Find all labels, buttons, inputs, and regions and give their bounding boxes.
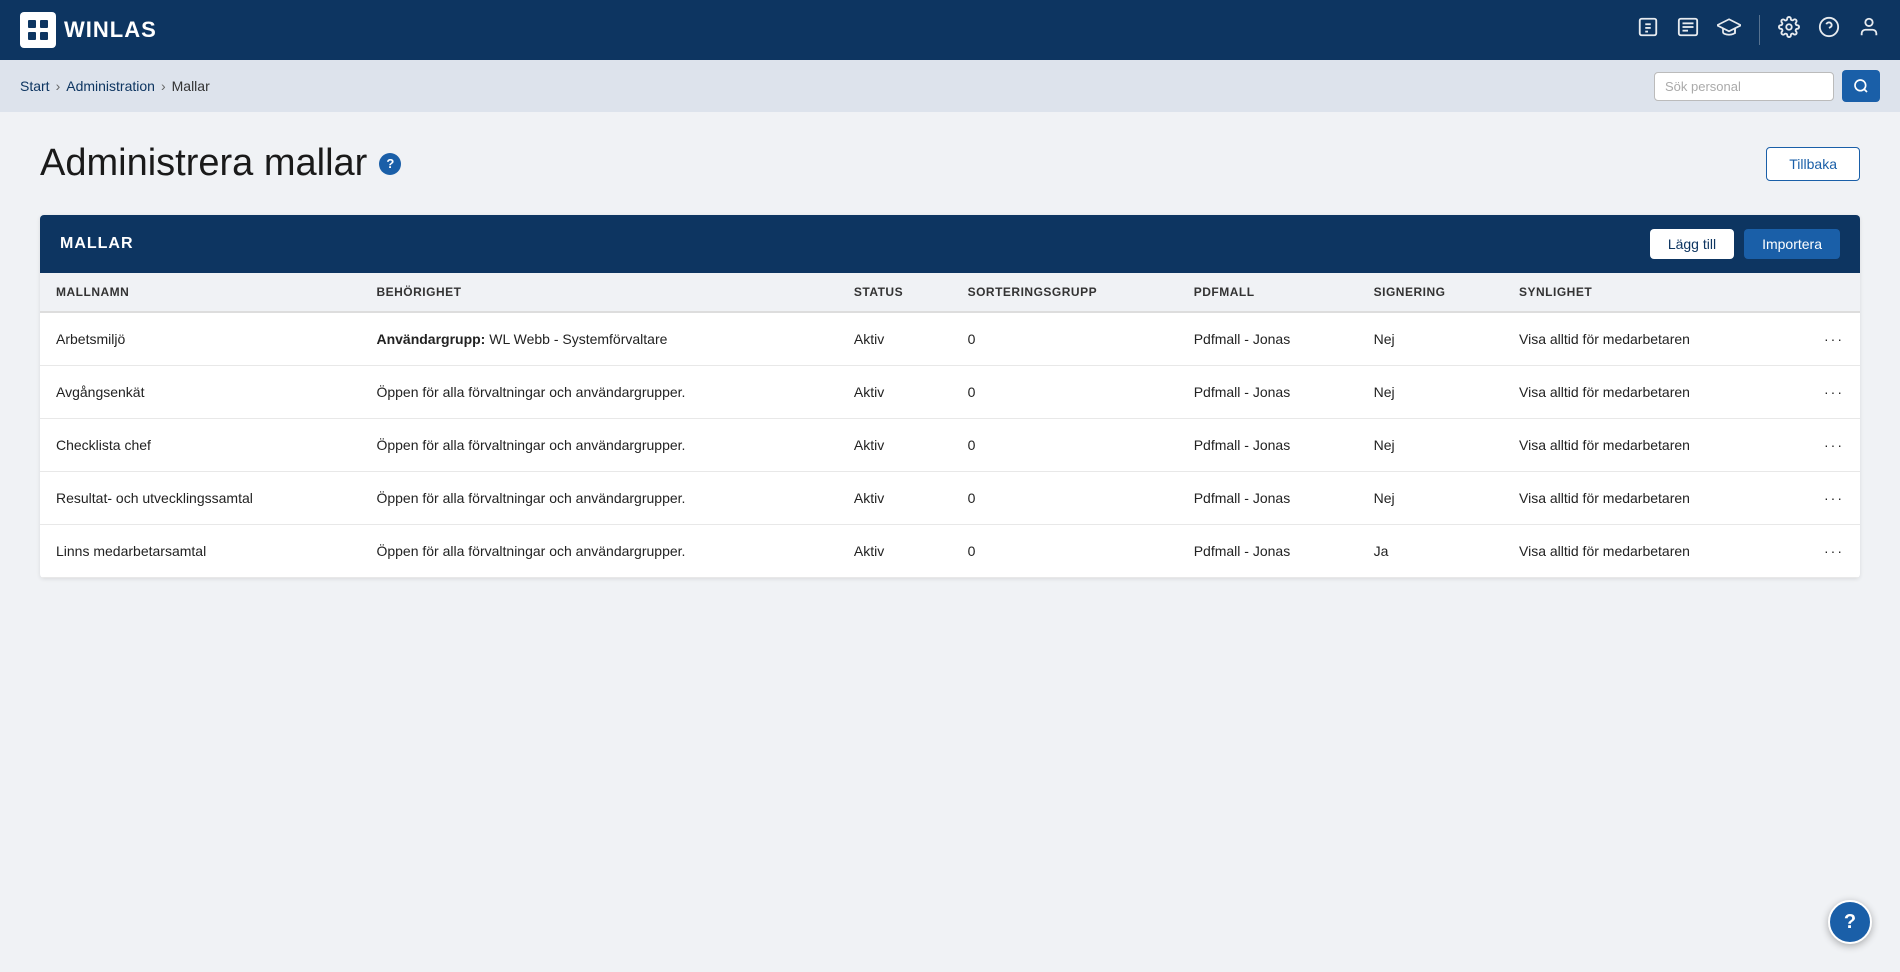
row-actions-menu[interactable]: ···: [1787, 472, 1860, 525]
cell-pdfmall: Pdfmall - Jonas: [1178, 472, 1358, 525]
table-row: Resultat- och utvecklingssamtal Öppen fö…: [40, 472, 1860, 525]
logo-icon: [20, 12, 56, 48]
topnav-right-icons: [1637, 15, 1880, 45]
table-title: MALLAR: [60, 235, 134, 253]
cell-behorighet: Öppen för alla förvaltningar och använda…: [360, 419, 837, 472]
cell-behorighet: Öppen för alla förvaltningar och använda…: [360, 472, 837, 525]
breadcrumb-search-area: [1654, 70, 1880, 102]
breadcrumb-sep-2: ›: [161, 78, 166, 94]
row-actions-menu[interactable]: ···: [1787, 312, 1860, 366]
page-title: Administrera mallar: [40, 142, 367, 185]
cell-synlighet: Visa alltid för medarbetaren: [1503, 525, 1787, 578]
page-header: Administrera mallar ? Tillbaka: [40, 142, 1860, 185]
cell-status: Aktiv: [838, 312, 952, 366]
table-header-row: MALLNAMN BEHÖRIGHET STATUS SORTERINGSGRU…: [40, 273, 1860, 312]
col-signering: SIGNERING: [1358, 273, 1503, 312]
add-button[interactable]: Lägg till: [1650, 229, 1734, 259]
search-button[interactable]: [1842, 70, 1880, 102]
settings-icon[interactable]: [1778, 16, 1800, 44]
cell-sortering: 0: [952, 525, 1178, 578]
cell-behorighet: Öppen för alla förvaltningar och använda…: [360, 525, 837, 578]
col-actions: [1787, 273, 1860, 312]
cell-signering: Nej: [1358, 312, 1503, 366]
cell-mallnamn: Checklista chef: [40, 419, 360, 472]
breadcrumb-current: Mallar: [172, 78, 210, 94]
app-logo[interactable]: WinLas: [20, 12, 157, 48]
cell-signering: Ja: [1358, 525, 1503, 578]
cell-signering: Nej: [1358, 366, 1503, 419]
table-row: Avgångsenkät Öppen för alla förvaltninga…: [40, 366, 1860, 419]
cell-sortering: 0: [952, 419, 1178, 472]
cell-mallnamn: Avgångsenkät: [40, 366, 360, 419]
page-title-wrap: Administrera mallar ?: [40, 142, 401, 185]
cell-signering: Nej: [1358, 419, 1503, 472]
col-mallnamn: MALLNAMN: [40, 273, 360, 312]
cell-status: Aktiv: [838, 419, 952, 472]
import-button[interactable]: Importera: [1744, 229, 1840, 259]
nav-divider: [1759, 15, 1760, 45]
row-actions-menu[interactable]: ···: [1787, 525, 1860, 578]
col-pdfmall: PDFMALL: [1178, 273, 1358, 312]
cell-synlighet: Visa alltid för medarbetaren: [1503, 419, 1787, 472]
cell-synlighet: Visa alltid för medarbetaren: [1503, 472, 1787, 525]
cell-pdfmall: Pdfmall - Jonas: [1178, 366, 1358, 419]
cell-signering: Nej: [1358, 472, 1503, 525]
back-button[interactable]: Tillbaka: [1766, 147, 1860, 181]
floating-help-button[interactable]: ?: [1828, 900, 1872, 944]
row-actions-menu[interactable]: ···: [1787, 419, 1860, 472]
table-card-header: MALLAR Lägg till Importera: [40, 215, 1860, 273]
breadcrumb-start[interactable]: Start: [20, 78, 50, 94]
logo-text: WinLas: [64, 17, 157, 43]
cell-status: Aktiv: [838, 366, 952, 419]
help-icon[interactable]: [1818, 16, 1840, 44]
cell-behorighet: Öppen för alla förvaltningar och använda…: [360, 366, 837, 419]
table-row: Checklista chef Öppen för alla förvaltni…: [40, 419, 1860, 472]
cell-mallnamn: Arbetsmiljö: [40, 312, 360, 366]
breadcrumb: Start › Administration › Mallar: [20, 78, 210, 94]
col-status: STATUS: [838, 273, 952, 312]
col-synlighet: SYNLIGHET: [1503, 273, 1787, 312]
cell-sortering: 0: [952, 312, 1178, 366]
breadcrumb-sep-1: ›: [56, 78, 61, 94]
row-actions-menu[interactable]: ···: [1787, 366, 1860, 419]
cell-pdfmall: Pdfmall - Jonas: [1178, 525, 1358, 578]
cell-sortering: 0: [952, 472, 1178, 525]
cell-sortering: 0: [952, 366, 1178, 419]
cell-mallnamn: Linns medarbetarsamtal: [40, 525, 360, 578]
cell-mallnamn: Resultat- och utvecklingssamtal: [40, 472, 360, 525]
col-behorighet: BEHÖRIGHET: [360, 273, 837, 312]
cell-synlighet: Visa alltid för medarbetaren: [1503, 312, 1787, 366]
mallar-table: MALLNAMN BEHÖRIGHET STATUS SORTERINGSGRU…: [40, 273, 1860, 578]
cell-synlighet: Visa alltid för medarbetaren: [1503, 366, 1787, 419]
col-sortering: SORTERINGSGRUPP: [952, 273, 1178, 312]
top-navigation: WinLas: [0, 0, 1900, 60]
user-icon[interactable]: [1858, 16, 1880, 44]
newspaper-icon[interactable]: [1677, 16, 1699, 44]
breadcrumb-bar: Start › Administration › Mallar: [0, 60, 1900, 112]
mallar-table-card: MALLAR Lägg till Importera MALLNAMN BEHÖ…: [40, 215, 1860, 578]
cell-status: Aktiv: [838, 472, 952, 525]
cell-behorighet: Användargrupp: WL Webb - Systemförvaltar…: [360, 312, 837, 366]
title-help-icon[interactable]: ?: [379, 153, 401, 175]
info-icon[interactable]: [1637, 16, 1659, 44]
search-input[interactable]: [1654, 72, 1834, 101]
cell-pdfmall: Pdfmall - Jonas: [1178, 419, 1358, 472]
table-actions: Lägg till Importera: [1650, 229, 1840, 259]
table-row: Arbetsmiljö Användargrupp: WL Webb - Sys…: [40, 312, 1860, 366]
breadcrumb-administration[interactable]: Administration: [66, 78, 155, 94]
cell-pdfmall: Pdfmall - Jonas: [1178, 312, 1358, 366]
graduation-icon[interactable]: [1717, 16, 1741, 44]
page-content: Administrera mallar ? Tillbaka MALLAR Lä…: [0, 112, 1900, 608]
table-row: Linns medarbetarsamtal Öppen för alla fö…: [40, 525, 1860, 578]
cell-status: Aktiv: [838, 525, 952, 578]
